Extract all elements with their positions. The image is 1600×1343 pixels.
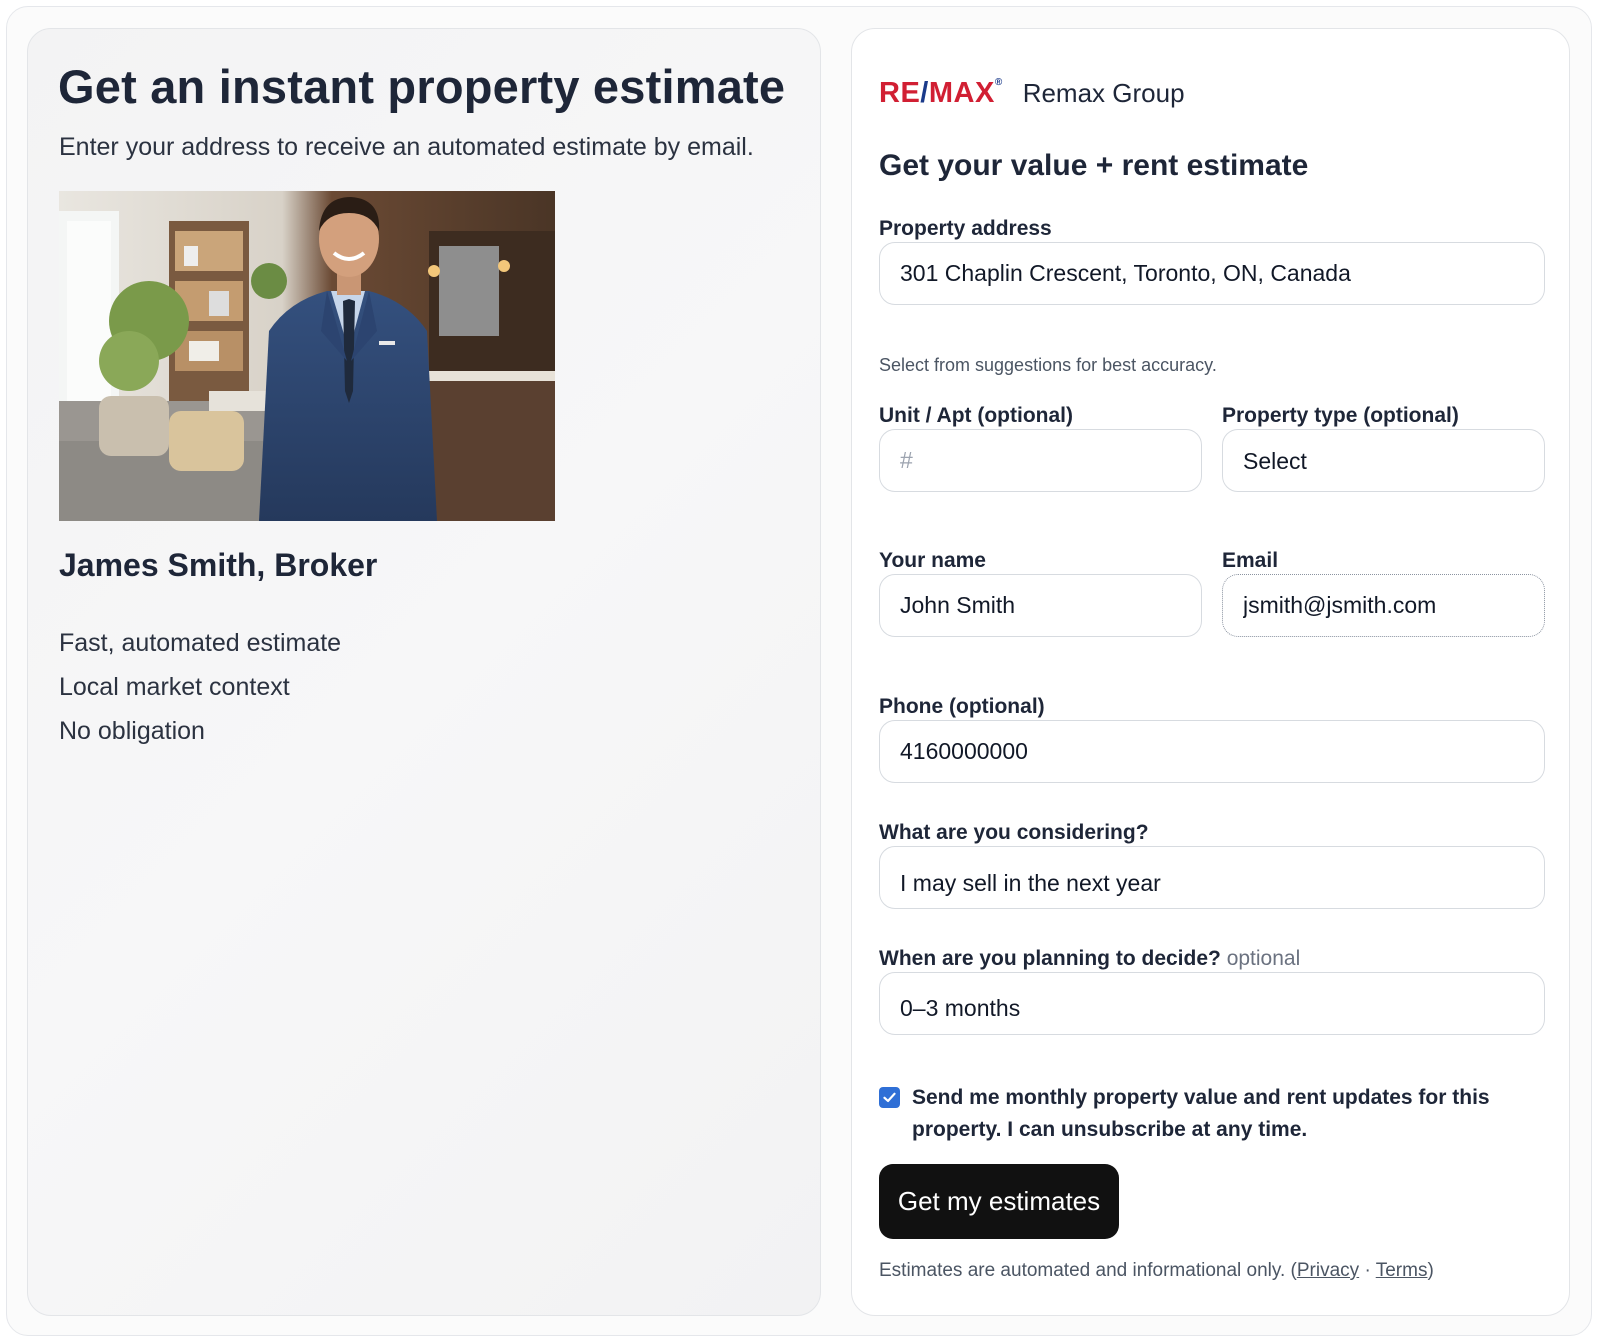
agent-photo bbox=[59, 191, 555, 521]
name-label: Your name bbox=[879, 549, 986, 572]
email-label: Email bbox=[1222, 549, 1279, 572]
agent-card: Get an instant property estimate Enter y… bbox=[27, 28, 821, 1316]
consent-row: Send me monthly property value and rent … bbox=[879, 1082, 1529, 1146]
hero-title: Get an instant property estimate bbox=[58, 60, 786, 113]
get-estimates-button[interactable]: Get my estimates bbox=[879, 1164, 1119, 1239]
brand-name: Remax Group bbox=[1022, 78, 1185, 108]
hero-subtitle: Enter your address to receive an automat… bbox=[59, 133, 754, 161]
checkmark-icon bbox=[883, 1092, 896, 1103]
timeline-label: When are you planning to decide? optiona… bbox=[879, 947, 1301, 970]
consent-checkbox[interactable] bbox=[879, 1087, 900, 1108]
agent-name: James Smith, Broker bbox=[59, 547, 378, 583]
unit-input[interactable] bbox=[879, 429, 1202, 492]
feature-item: Fast, automated estimate bbox=[59, 629, 342, 657]
phone-input[interactable] bbox=[879, 720, 1545, 783]
timeline-select[interactable]: 0–3 months bbox=[879, 972, 1545, 1035]
address-hint: Select from suggestions for best accurac… bbox=[879, 355, 1217, 375]
phone-label: Phone (optional) bbox=[879, 695, 1045, 718]
unit-label: Unit / Apt (optional) bbox=[879, 404, 1074, 427]
footer-disclaimer: Estimates are automated and informationa… bbox=[879, 1260, 1434, 1281]
feature-list: Fast, automated estimate Local market co… bbox=[59, 621, 341, 753]
form-title: Get your value + rent estimate bbox=[879, 149, 1309, 182]
privacy-link[interactable]: Privacy bbox=[1297, 1260, 1359, 1281]
consent-text: Send me monthly property value and rent … bbox=[912, 1086, 1490, 1141]
property-type-select[interactable]: Select bbox=[1222, 429, 1545, 492]
property-type-label: Property type (optional) bbox=[1222, 404, 1459, 427]
address-input[interactable] bbox=[879, 242, 1545, 305]
name-input[interactable] bbox=[879, 574, 1202, 637]
address-label: Property address bbox=[879, 217, 1052, 240]
feature-item: Local market context bbox=[59, 673, 290, 701]
timeline-value: 0–3 months bbox=[900, 995, 1021, 1021]
email-input[interactable] bbox=[1222, 574, 1545, 637]
estimate-form-card: RE/MAX® Remax Group Get your value + ren… bbox=[851, 28, 1570, 1316]
considering-value: I may sell in the next year bbox=[900, 870, 1161, 896]
considering-select[interactable]: I may sell in the next year bbox=[879, 846, 1545, 909]
feature-item: No obligation bbox=[59, 717, 205, 745]
considering-label: What are you considering? bbox=[879, 821, 1149, 844]
brand-header: RE/MAX® Remax Group bbox=[879, 77, 1185, 110]
property-type-value: Select bbox=[1243, 448, 1307, 474]
timeline-optional-note: optional bbox=[1226, 947, 1301, 970]
remax-logo: RE/MAX® bbox=[879, 77, 1003, 109]
terms-link[interactable]: Terms bbox=[1376, 1260, 1428, 1281]
